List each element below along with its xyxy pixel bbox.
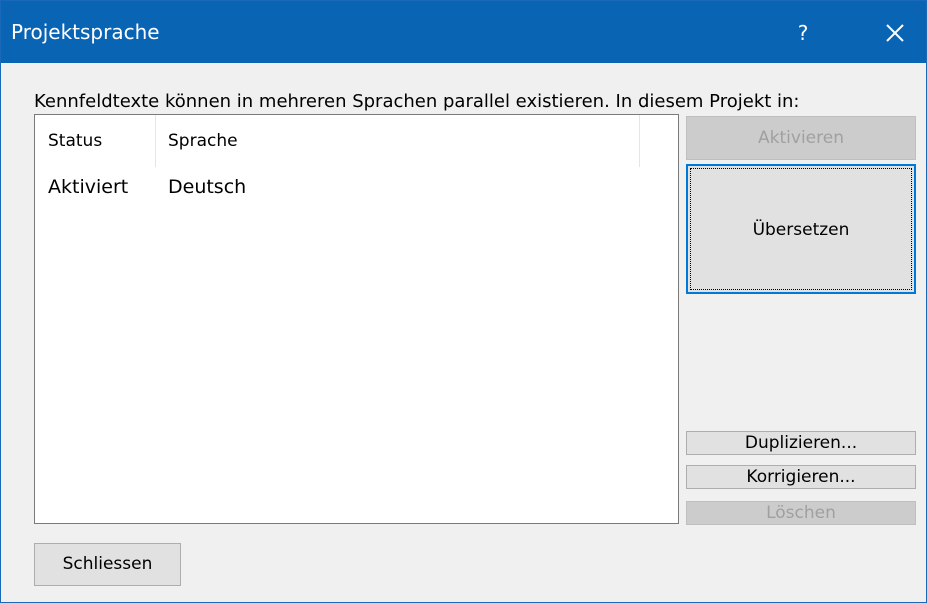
aktivieren-button[interactable]: Aktivieren [686,116,916,160]
close-icon [886,24,904,42]
window-title: Projektsprache [11,20,160,44]
uebersetzen-button[interactable]: Übersetzen [686,164,916,294]
loeschen-button[interactable]: Löschen [686,501,916,525]
schliessen-button[interactable]: Schliessen [34,543,181,586]
close-button[interactable] [873,11,917,55]
korrigieren-button[interactable]: Korrigieren... [686,465,916,489]
column-header-status[interactable]: Status [35,115,156,167]
list-header: Status Sprache [35,115,678,167]
language-list[interactable]: Status Sprache Aktiviert Deutsch [34,114,679,524]
duplizieren-button[interactable]: Duplizieren... [686,431,916,455]
projektsprache-dialog: Projektsprache ? Kennfeldtexte können in… [0,0,927,603]
intro-text: Kennfeldtexte können in mehreren Sprache… [34,91,800,112]
list-item-sprache: Deutsch [168,176,247,198]
list-item[interactable]: Aktiviert Deutsch [35,173,678,201]
help-button[interactable]: ? [781,11,825,55]
title-bar[interactable]: Projektsprache ? [1,1,926,63]
list-item-status: Aktiviert [48,176,129,198]
column-header-sprache[interactable]: Sprache [156,115,640,167]
